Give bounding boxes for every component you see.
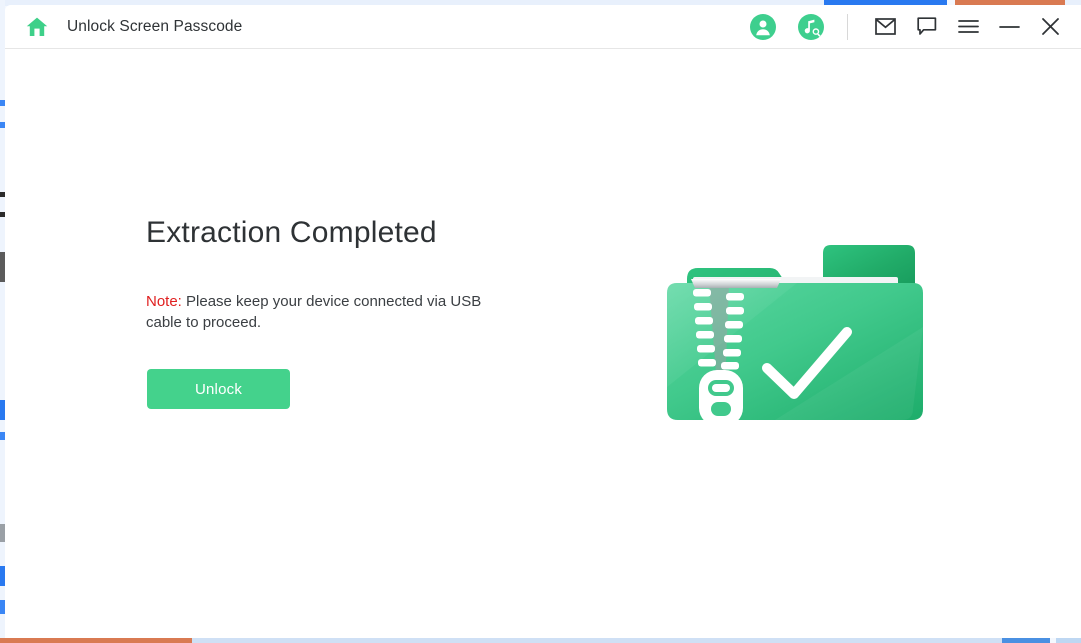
app-window: Unlock Screen Passcode Extraction Comple…: [5, 5, 1081, 638]
unlock-button[interactable]: Unlock: [147, 369, 290, 409]
title-bar-actions: [750, 5, 1081, 48]
note-paragraph: Note: Please keep your device connected …: [146, 291, 498, 333]
note-label: Note:: [146, 292, 182, 310]
titlebar-divider: [847, 13, 848, 40]
chat-icon[interactable]: [912, 12, 942, 42]
home-icon[interactable]: [24, 14, 50, 40]
close-icon[interactable]: [1035, 12, 1065, 42]
status-text-block: Extraction Completed Note: Please keep y…: [146, 216, 566, 333]
content-area: Extraction Completed Note: Please keep y…: [5, 49, 1081, 638]
minimize-icon[interactable]: [994, 12, 1024, 42]
zipped-folder-with-check-illustration: [655, 237, 945, 437]
note-text: Please keep your device connected via US…: [146, 292, 482, 331]
mail-icon[interactable]: [870, 12, 900, 42]
desktop-bottom-strip-blue-2: [1056, 638, 1081, 643]
hamburger-menu-icon[interactable]: [953, 12, 983, 42]
desktop-bottom-strip-blue: [1002, 638, 1050, 643]
account-icon[interactable]: [750, 13, 776, 40]
title-bar: Unlock Screen Passcode: [5, 5, 1081, 49]
desktop-bottom-strip-orange: [0, 638, 192, 643]
window-title: Unlock Screen Passcode: [67, 17, 243, 35]
music-search-icon[interactable]: [798, 13, 824, 40]
page-title: Extraction Completed: [146, 216, 437, 249]
desktop-bottom-strip-light: [192, 638, 1002, 643]
